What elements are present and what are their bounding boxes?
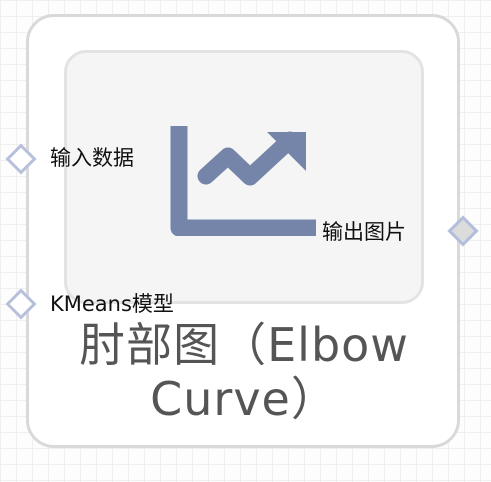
node-title: 肘部图（Elbow Curve） xyxy=(79,318,409,426)
input-port-data-label: 输入数据 xyxy=(50,146,134,170)
trending-up-chart-icon xyxy=(170,126,316,236)
output-port-image-label: 输出图片 xyxy=(322,220,406,244)
input-port-kmeans-model-label: KMeans模型 xyxy=(50,292,174,316)
workflow-canvas[interactable]: 输入数据 KMeans模型 输出图片 肘部图（Elbow Curve） xyxy=(0,0,491,482)
